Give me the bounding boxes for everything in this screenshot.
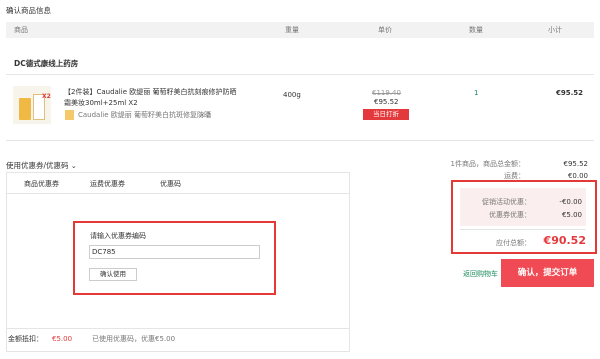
product-tube-shape	[19, 98, 31, 120]
highlight-box-summary	[451, 180, 597, 254]
highlight-box-coupon	[73, 221, 276, 295]
coupon-used-text: 已使用优惠码，优惠€5.00	[92, 335, 176, 343]
product-badge: X2	[42, 93, 51, 100]
header-qty: 数量	[469, 26, 483, 34]
chevron-down-icon: ⌄	[70, 162, 77, 170]
product-title-line2[interactable]: 霜美妆30ml+25ml X2	[64, 99, 138, 108]
header-price: 单价	[378, 26, 392, 34]
divider	[6, 74, 594, 75]
unit-price: €95.52	[374, 98, 399, 106]
header-product: 商品	[14, 26, 28, 34]
sub-item-qty: x 2	[200, 111, 211, 119]
original-price: €119.40	[372, 89, 401, 97]
product-title-line1[interactable]: 【2件装】Caudalie 欧缇丽 葡萄籽美白抗刻痕修护防晒	[64, 88, 236, 97]
tab-shipping-coupon[interactable]: 运费优惠券	[90, 180, 125, 189]
coupon-toggle-label: 使用优惠券/优惠码	[6, 161, 69, 170]
promo-tag: 当日打折	[363, 109, 409, 120]
header-weight: 重量	[285, 26, 299, 34]
header-subtotal: 小计	[548, 26, 562, 34]
submit-order-button[interactable]: 确认，提交订单	[501, 259, 594, 287]
items-total-label: 1件商品，商品总金额：	[450, 160, 525, 168]
tab-coupon-code[interactable]: 优惠码	[160, 180, 181, 189]
section-title: 确认商品信息	[6, 6, 51, 15]
tabs-divider	[7, 193, 349, 194]
discount-value: €5.00	[52, 335, 73, 343]
sub-item-name: Caudalie 欧缇丽 葡萄籽美白抗斑修复防晒	[78, 111, 211, 119]
discount-label: 金额抵扣：	[8, 335, 43, 343]
tab-product-coupon[interactable]: 商品优惠券	[24, 180, 59, 189]
quantity: 1	[474, 89, 479, 97]
coupon-toggle[interactable]: 使用优惠券/优惠码 ⌄	[6, 161, 77, 171]
line-subtotal: €95.52	[556, 89, 584, 97]
sub-item-thumb	[65, 110, 74, 120]
product-weight: 400g	[283, 91, 301, 99]
table-header	[6, 22, 594, 38]
divider	[6, 140, 594, 141]
items-total-value: €95.52	[563, 160, 589, 168]
divider	[7, 328, 349, 329]
back-to-cart-link[interactable]: 返回购物车	[463, 270, 498, 279]
store-name: DC德式康线上药房	[14, 59, 79, 68]
